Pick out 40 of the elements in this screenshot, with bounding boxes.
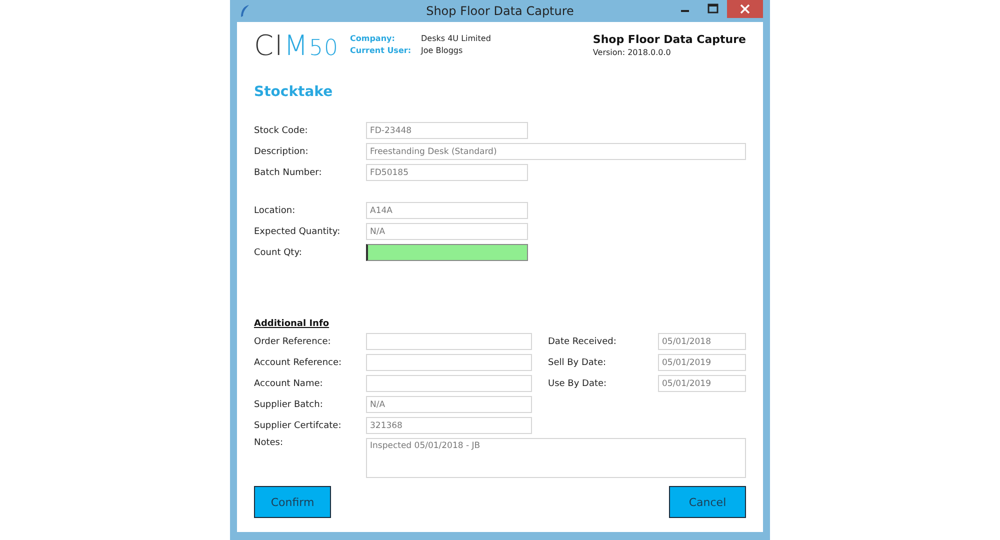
company-name: Desks 4U Limited bbox=[421, 34, 491, 43]
app-title: Shop Floor Data Capture bbox=[592, 33, 746, 46]
input-field[interactable] bbox=[366, 244, 528, 261]
field-label: Use By Date: bbox=[548, 378, 608, 388]
version-text: Version: 2018.0.0.0 bbox=[592, 48, 671, 57]
date-field[interactable]: 05/01/2019 bbox=[658, 354, 746, 371]
user-name: Joe Bloggs bbox=[421, 46, 464, 55]
feather-icon bbox=[239, 4, 251, 18]
input-field[interactable]: N/A bbox=[366, 223, 528, 240]
input-field[interactable]: FD-23448 bbox=[366, 122, 528, 139]
field-label: Account Name: bbox=[254, 378, 324, 388]
field-label: Supplier Batch: bbox=[254, 400, 324, 410]
section-heading: Additional Info bbox=[254, 319, 330, 329]
company-label: Company: bbox=[350, 34, 396, 43]
cancel-button[interactable]: Cancel bbox=[669, 486, 746, 518]
page-title: Stocktake bbox=[254, 84, 334, 102]
input-field[interactable]: FD50185 bbox=[366, 164, 528, 181]
input-field[interactable]: Freestanding Desk (Standard) bbox=[366, 143, 746, 160]
field-label: Location: bbox=[254, 206, 296, 216]
window-title: Shop Floor Data Capture bbox=[426, 4, 574, 18]
input-field[interactable]: A14A bbox=[366, 202, 528, 219]
field-label: Order Reference: bbox=[254, 336, 332, 346]
date-field[interactable]: 05/01/2019 bbox=[658, 375, 746, 392]
field-label: Expected Quantity: bbox=[254, 226, 342, 236]
field-label: Batch Number: bbox=[254, 168, 323, 178]
input-field[interactable]: 321368 bbox=[366, 417, 532, 434]
field-label: Stock Code: bbox=[254, 126, 309, 136]
input-field[interactable]: N/A bbox=[366, 396, 532, 413]
date-field[interactable]: 05/01/2018 bbox=[658, 333, 746, 350]
field-label: Count Qty: bbox=[254, 248, 303, 258]
field-label: Supplier Certifcate: bbox=[254, 420, 342, 430]
user-label: Current User: bbox=[350, 46, 412, 55]
confirm-button[interactable]: Confirm bbox=[254, 486, 331, 518]
field-label: Date Received: bbox=[548, 336, 618, 346]
field-label: Account Reference: bbox=[254, 358, 343, 368]
close-button[interactable] bbox=[727, 0, 763, 18]
notes-field[interactable]: Inspected 05/01/2018 - JB bbox=[366, 438, 746, 478]
field-label: Description: bbox=[254, 146, 310, 156]
field-label: Sell By Date: bbox=[548, 358, 608, 368]
field-label: Notes: bbox=[254, 438, 284, 450]
